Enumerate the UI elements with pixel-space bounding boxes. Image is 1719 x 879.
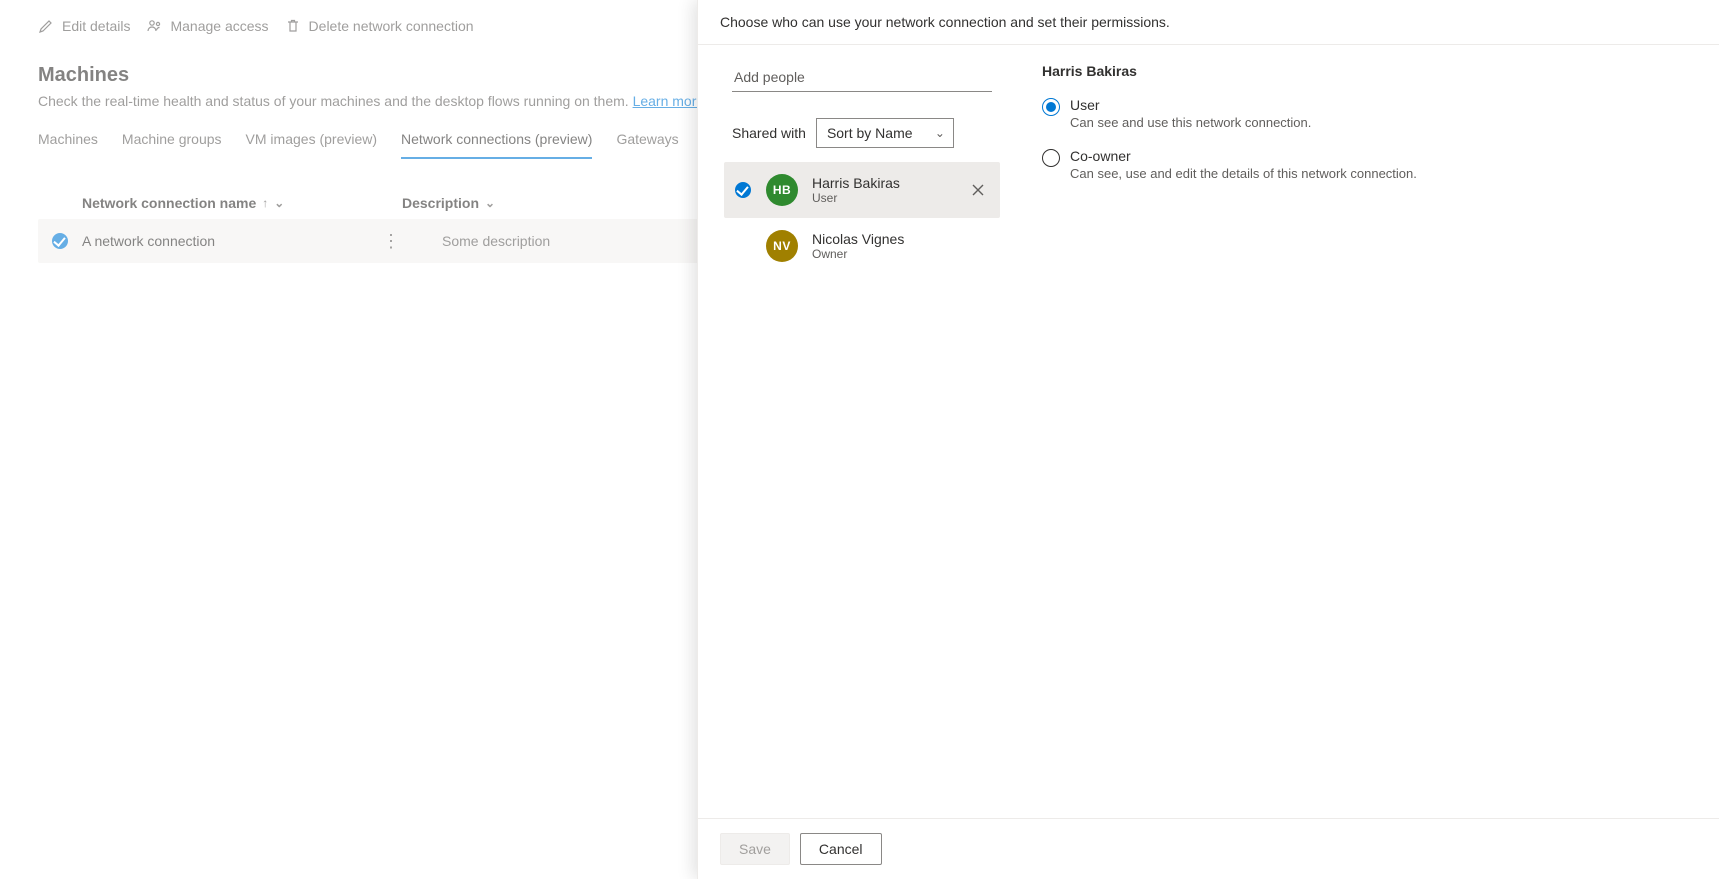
radio-description: Can see and use this network connection.: [1070, 115, 1311, 130]
sort-by-dropdown[interactable]: Sort by Name ⌄: [816, 118, 954, 148]
sort-by-label: Sort by Name: [827, 125, 913, 141]
person-role: User: [812, 191, 952, 205]
panel-footer: Save Cancel: [698, 818, 1719, 879]
person-item[interactable]: NV Nicolas Vignes Owner: [724, 218, 1000, 274]
chevron-down-icon: ⌄: [935, 126, 945, 140]
panel-left: Shared with Sort by Name ⌄ HB Harris Bak…: [698, 45, 1010, 818]
radio-option-coowner[interactable]: Co-owner Can see, use and edit the detai…: [1042, 148, 1697, 181]
radio-icon: [1042, 149, 1060, 167]
cancel-button[interactable]: Cancel: [800, 833, 882, 865]
add-people-input[interactable]: [732, 63, 992, 92]
people-list: HB Harris Bakiras User NV Nicolas Vignes…: [724, 162, 1000, 274]
shared-with-label: Shared with: [732, 125, 806, 141]
radio-label: Co-owner: [1070, 148, 1417, 164]
radio-label: User: [1070, 97, 1311, 113]
person-check[interactable]: [734, 182, 752, 198]
radio-icon: [1042, 98, 1060, 116]
radio-description: Can see, use and edit the details of thi…: [1070, 166, 1417, 181]
remove-person-button[interactable]: [966, 178, 990, 202]
radio-option-user[interactable]: User Can see and use this network connec…: [1042, 97, 1697, 130]
close-icon: [972, 184, 984, 196]
panel-right: Harris Bakiras User Can see and use this…: [1010, 45, 1719, 818]
person-role: Owner: [812, 247, 990, 261]
check-icon: [735, 182, 751, 198]
panel-body: Shared with Sort by Name ⌄ HB Harris Bak…: [698, 45, 1719, 818]
save-button[interactable]: Save: [720, 833, 790, 865]
person-name: Harris Bakiras: [812, 175, 952, 191]
person-item[interactable]: HB Harris Bakiras User: [724, 162, 1000, 218]
panel-header: Choose who can use your network connecti…: [698, 0, 1719, 45]
avatar: HB: [766, 174, 798, 206]
avatar: NV: [766, 230, 798, 262]
permissions-title: Harris Bakiras: [1042, 63, 1697, 79]
permissions-radio-group: User Can see and use this network connec…: [1042, 97, 1697, 181]
person-name: Nicolas Vignes: [812, 231, 990, 247]
manage-access-panel: Choose who can use your network connecti…: [697, 0, 1719, 879]
